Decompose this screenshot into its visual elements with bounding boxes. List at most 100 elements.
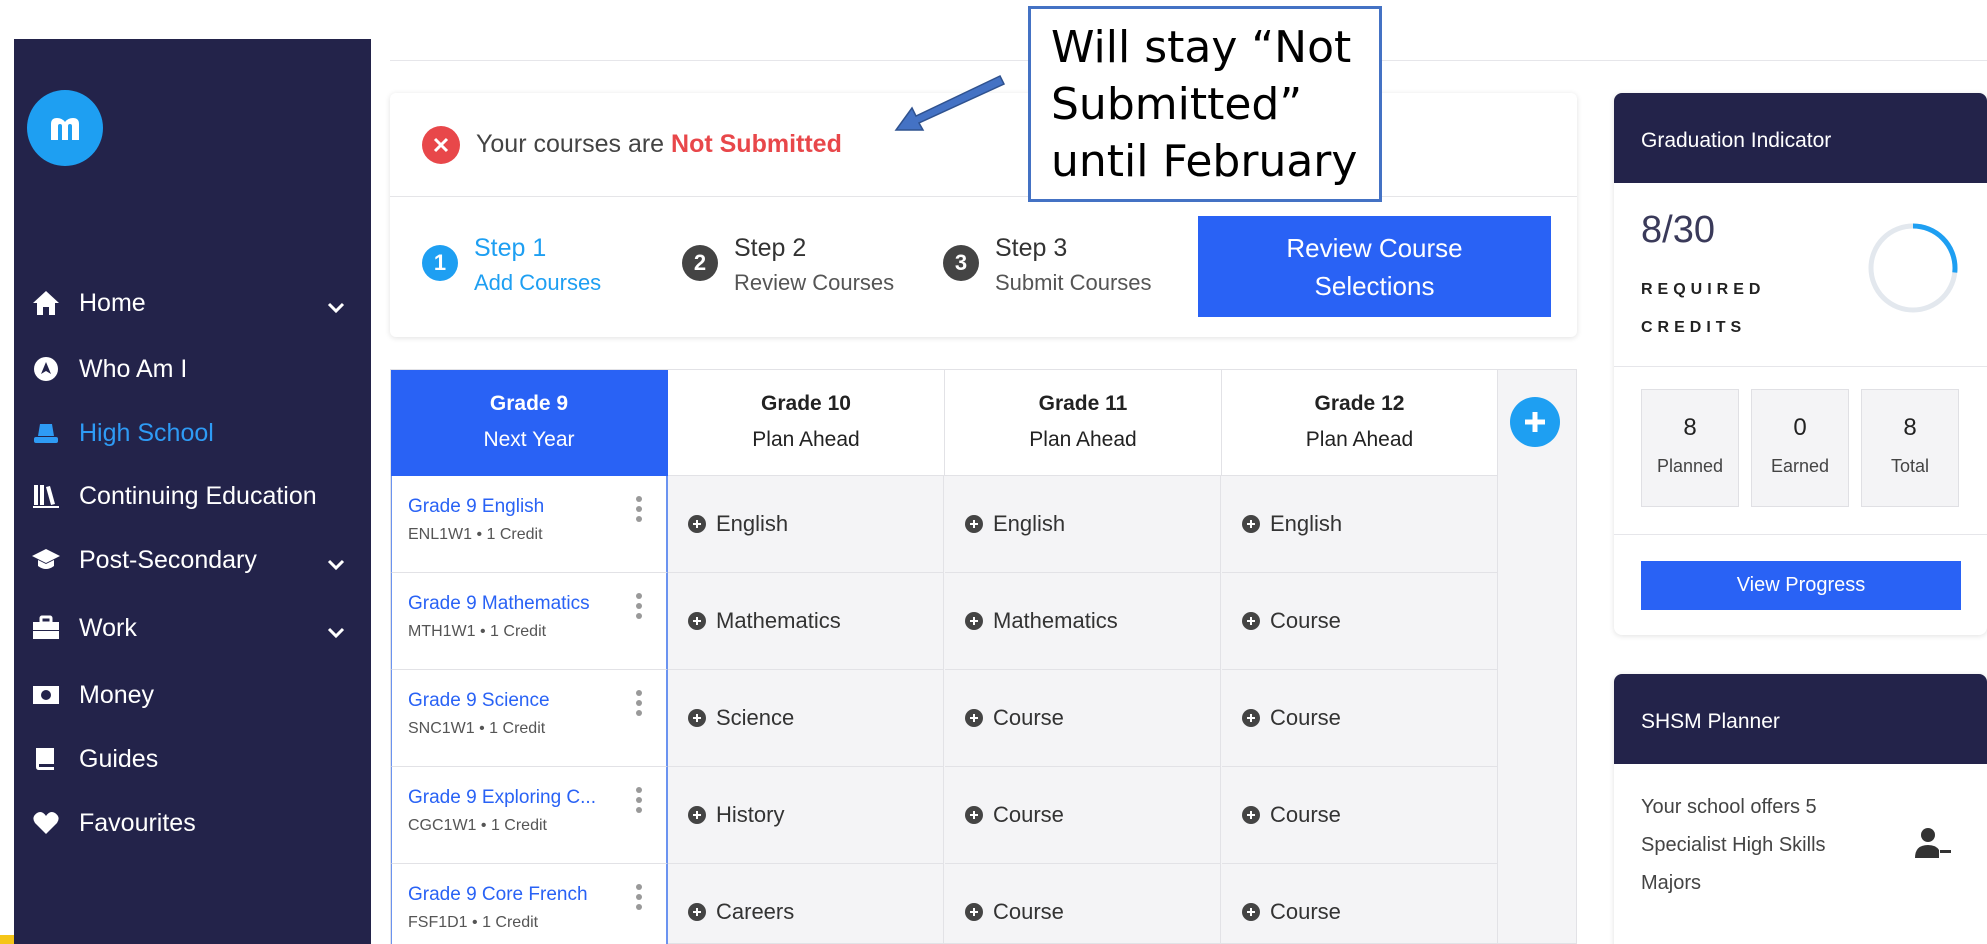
credits-progress-ring [1868,223,1958,313]
grade-label: Grade 9 [489,392,569,415]
step-2[interactable]: 2 Step 2 Review Courses [682,231,894,301]
add-course-slot[interactable]: Course [945,767,1221,864]
step-number: 1 [422,245,458,281]
chevron-down-icon[interactable] [327,549,345,578]
plus-circle-icon [1242,515,1260,533]
divider [1614,366,1987,367]
add-course-slot[interactable]: Course [1222,767,1498,864]
more-options-icon[interactable] [636,496,642,526]
course-name[interactable]: Grade 9 Science [408,690,550,712]
sidebar-item-favourites[interactable]: Favourites [14,798,371,848]
stat-earned: 0 Earned [1751,389,1849,507]
stat-value: 8 [1903,414,1917,441]
more-options-icon[interactable] [636,787,642,817]
add-grade-button[interactable] [1510,397,1560,447]
add-course-slot[interactable]: Course [945,670,1221,767]
sidebar-item-guides[interactable]: Guides [14,734,371,784]
sidebar-item-label: Continuing Education [79,481,317,510]
step-3[interactable]: 3 Step 3 Submit Courses [943,231,1152,301]
view-progress-button[interactable]: View Progress [1641,561,1961,610]
sidebar-item-post-secondary[interactable]: Post-Secondary [14,535,371,585]
course-name[interactable]: Grade 9 Mathematics [408,593,590,615]
home-icon [31,288,61,318]
step-1[interactable]: 1 Step 1 Add Courses [422,231,601,301]
plan-label: Next Year [483,428,575,451]
add-course-slot[interactable]: Careers [668,864,944,944]
sidebar-item-label: Home [79,288,146,317]
sidebar-item-label: Money [79,680,155,709]
plus-circle-icon [688,709,706,727]
more-options-icon[interactable] [636,690,642,720]
shsm-planner-title: SHSM Planner [1614,674,1987,764]
stat-value: 0 [1793,414,1807,441]
tab-grade-9[interactable]: Grade 9 Next Year [391,370,668,476]
more-options-icon[interactable] [636,884,642,914]
add-course-slot[interactable]: History [668,767,944,864]
sidebar-item-home[interactable]: Home [14,278,371,328]
sidebar-item-money[interactable]: Money [14,670,371,720]
sidebar-item-label: Favourites [79,808,196,837]
more-options-icon[interactable] [636,593,642,623]
briefcase-icon [31,613,61,643]
tab-grade-10[interactable]: Grade 10 Plan Ahead [668,370,945,476]
course-code: CGC1W1 • 1 Credit [408,817,547,834]
error-x-icon [422,125,460,164]
step-subtitle: Add Courses [474,270,602,295]
shsm-planner-card: SHSM Planner Your school offers 5 Specia… [1614,674,1987,944]
annotation-callout: Will stay “Not Submitted” until February [1028,6,1382,202]
add-course-slot[interactable]: Mathematics [945,573,1221,670]
course-name[interactable]: Grade 9 English [408,496,544,518]
grade-label: Grade 12 [1314,392,1405,415]
m-logo-icon[interactable] [27,90,103,166]
stat-total: 8 Total [1861,389,1959,507]
sidebar-item-label: Work [79,613,137,642]
add-course-slot[interactable]: English [668,476,944,573]
status-value: Not Submitted [671,130,842,158]
plus-circle-icon [965,612,983,630]
plan-label: Plan Ahead [1305,428,1414,451]
sidebar-item-work[interactable]: Work [14,603,371,653]
add-course-slot[interactable]: Science [668,670,944,767]
course-card[interactable]: Grade 9 Exploring C... CGC1W1 • 1 Credit [391,767,668,864]
tab-grade-12[interactable]: Grade 12 Plan Ahead [1222,370,1498,476]
add-course-slot[interactable]: English [1222,476,1498,573]
credits-count: 8/30 [1641,209,1715,251]
plus-circle-icon [688,515,706,533]
course-card[interactable]: Grade 9 Science SNC1W1 • 1 Credit [391,670,668,767]
grade-label: Grade 10 [761,392,851,415]
sidebar-item-who-am-i[interactable]: Who Am I [14,344,371,394]
compass-icon [31,354,61,384]
plus-circle-icon [688,903,706,921]
user-minus-icon[interactable] [1914,826,1952,860]
course-name[interactable]: Grade 9 Exploring C... [408,787,596,809]
plus-circle-icon [965,806,983,824]
chevron-down-icon[interactable] [327,617,345,646]
plus-circle-icon [1242,612,1260,630]
tab-grade-11[interactable]: Grade 11 Plan Ahead [945,370,1222,476]
add-course-slot[interactable]: Course [1222,864,1498,944]
add-course-slot[interactable]: Course [1222,670,1498,767]
course-code: FSF1D1 • 1 Credit [408,914,539,931]
course-name[interactable]: Grade 9 Core French [408,884,588,906]
book-icon [31,744,61,774]
sidebar-item-label: High School [79,418,214,447]
review-course-selections-button[interactable]: Review Course Selections [1198,216,1551,317]
graduation-indicator-card: Graduation Indicator 8/30 REQUIRED CREDI… [1614,93,1987,635]
add-course-slot[interactable]: English [945,476,1221,573]
add-course-slot[interactable]: Course [1222,573,1498,670]
course-card[interactable]: Grade 9 English ENL1W1 • 1 Credit [391,476,668,573]
shsm-description: Your school offers 5 Specialist High Ski… [1641,796,1826,894]
plan-label: Plan Ahead [752,428,860,451]
plus-circle-icon [965,709,983,727]
sidebar-item-continuing-education[interactable]: Continuing Education [14,471,371,521]
sidebar-item-high-school[interactable]: High School [14,408,371,458]
plus-circle-icon [1242,806,1260,824]
add-course-slot[interactable]: Mathematics [668,573,944,670]
plan-label: Plan Ahead [1029,428,1137,451]
course-card[interactable]: Grade 9 Mathematics MTH1W1 • 1 Credit [391,573,668,670]
sidebar-item-label: Guides [79,744,159,773]
add-course-slot[interactable]: Course [945,864,1221,944]
plus-circle-icon [688,806,706,824]
course-card[interactable]: Grade 9 Core French FSF1D1 • 1 Credit [391,864,668,944]
chevron-down-icon[interactable] [327,292,345,321]
